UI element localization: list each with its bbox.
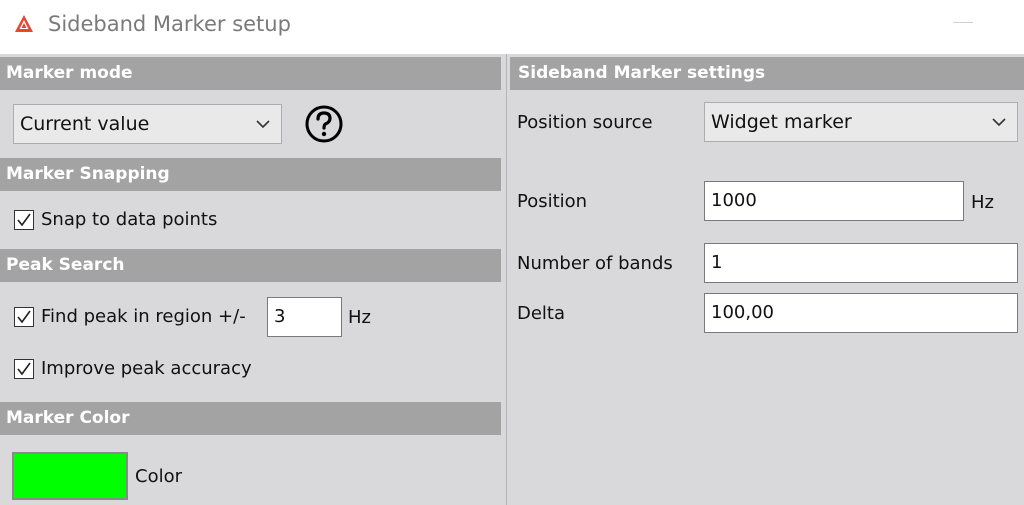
improve-accuracy-checkbox[interactable] [14, 359, 34, 379]
peak-region-unit: Hz [348, 307, 371, 328]
find-peak-checkbox[interactable] [14, 307, 34, 327]
marker-mode-header: Marker mode [0, 57, 501, 90]
position-source-value: Widget marker [711, 111, 852, 133]
checkmark-icon [17, 213, 31, 227]
marker-snapping-header: Marker Snapping [0, 158, 501, 191]
color-swatch-button[interactable] [12, 452, 128, 500]
color-label: Color [135, 466, 182, 487]
peak-search-header: Peak Search [0, 249, 501, 282]
position-unit: Hz [971, 192, 994, 213]
chevron-down-icon [992, 118, 1006, 127]
position-source-select[interactable]: Widget marker [704, 102, 1018, 142]
snap-checkbox[interactable] [14, 210, 34, 230]
title-bar: Sideband Marker setup [0, 0, 1024, 54]
sideband-settings-header: Sideband Marker settings [510, 57, 1024, 90]
minimize-button[interactable] [953, 22, 973, 23]
window-title: Sideband Marker setup [48, 12, 291, 36]
find-peak-label: Find peak in region +/- [41, 306, 246, 327]
marker-color-header: Marker Color [0, 402, 501, 435]
app-logo-icon [15, 15, 33, 32]
bands-input[interactable]: 1 [704, 243, 1018, 283]
snap-label: Snap to data points [41, 209, 218, 230]
peak-region-input[interactable]: 3 [267, 297, 342, 337]
position-source-label: Position source [517, 112, 653, 133]
delta-input[interactable]: 100,00 [704, 293, 1018, 333]
bands-label: Number of bands [517, 253, 673, 274]
position-input[interactable]: 1000 [704, 181, 964, 221]
marker-mode-select[interactable]: Current value [13, 104, 282, 144]
position-label: Position [517, 191, 588, 212]
improve-accuracy-label: Improve peak accuracy [41, 358, 252, 379]
delta-label: Delta [517, 303, 566, 324]
checkmark-icon [17, 310, 31, 324]
chevron-down-icon [256, 120, 270, 129]
column-divider [506, 54, 507, 505]
help-icon[interactable] [304, 104, 344, 144]
marker-mode-value: Current value [20, 113, 150, 135]
checkmark-icon [17, 362, 31, 376]
